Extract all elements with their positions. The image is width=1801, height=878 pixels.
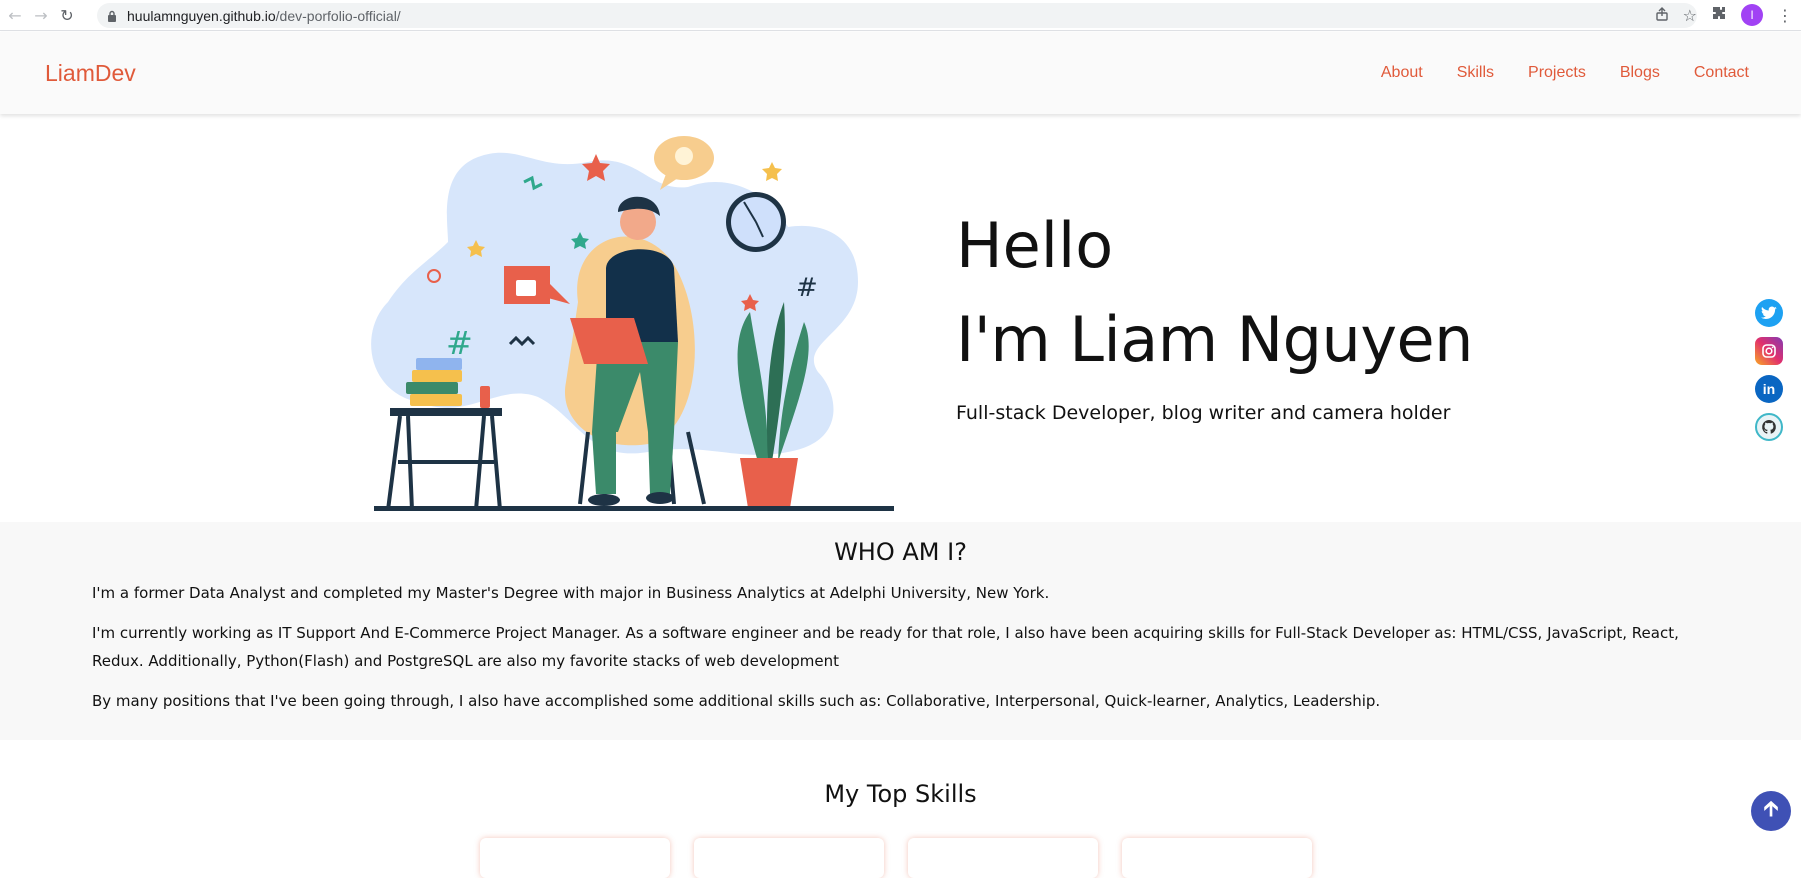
nav-link-projects[interactable]: Projects bbox=[1528, 64, 1586, 82]
site-logo[interactable]: LiamDev bbox=[45, 60, 136, 87]
nav-link-about[interactable]: About bbox=[1381, 64, 1423, 82]
skill-cards bbox=[480, 838, 1312, 878]
nav-link-skills[interactable]: Skills bbox=[1457, 64, 1494, 82]
browser-toolbar: ← → ↻ huulamnguyen.github.io/dev-porfoli… bbox=[0, 0, 1801, 31]
hero-name: I'm Liam Nguyen bbox=[956, 303, 1473, 376]
star-icon bbox=[762, 162, 782, 181]
hash-icon: # bbox=[446, 324, 473, 362]
nav-link-blogs[interactable]: Blogs bbox=[1620, 64, 1660, 82]
extensions-icon[interactable] bbox=[1711, 5, 1727, 25]
address-bar[interactable]: huulamnguyen.github.io/dev-porfolio-offi… bbox=[97, 3, 1697, 28]
clock-icon bbox=[726, 192, 786, 252]
forward-icon[interactable]: → bbox=[30, 4, 52, 26]
site-nav: About Skills Projects Blogs Contact bbox=[1347, 64, 1749, 82]
nav-link-contact[interactable]: Contact bbox=[1694, 64, 1749, 82]
skills-title: My Top Skills bbox=[824, 780, 977, 808]
site-header: LiamDev About Skills Projects Blogs Cont… bbox=[0, 32, 1801, 114]
social-links: in bbox=[1755, 299, 1783, 441]
about-section: WHO AM I? I'm a former Data Analyst and … bbox=[0, 522, 1801, 740]
hero-tagline: Full-stack Developer, blog writer and ca… bbox=[956, 402, 1451, 424]
speech-bubble-icon bbox=[654, 136, 714, 190]
back-icon[interactable]: ← bbox=[4, 4, 26, 26]
hero-greeting: Hello bbox=[956, 209, 1114, 282]
share-icon[interactable] bbox=[1655, 6, 1669, 25]
hero-illustration: # # bbox=[371, 136, 894, 511]
about-paragraph: I'm currently working as IT Support And … bbox=[92, 624, 1679, 670]
github-icon[interactable] bbox=[1755, 413, 1783, 441]
about-title: WHO AM I? bbox=[834, 538, 967, 566]
hero-text: Hello I'm Liam Nguyen Full-stack Develop… bbox=[956, 206, 1473, 424]
lock-icon bbox=[107, 10, 117, 22]
url-path: /dev-porfolio-official/ bbox=[275, 7, 401, 24]
skill-card[interactable] bbox=[694, 838, 884, 878]
instagram-icon[interactable] bbox=[1755, 337, 1783, 365]
more-menu-icon[interactable]: ⋮ bbox=[1777, 6, 1793, 25]
scroll-to-top-button[interactable]: 🡱 bbox=[1751, 791, 1791, 831]
reload-icon[interactable]: ↻ bbox=[56, 4, 78, 26]
linkedin-icon[interactable]: in bbox=[1755, 375, 1783, 403]
skill-card[interactable] bbox=[480, 838, 670, 878]
about-paragraph: I'm a former Data Analyst and completed … bbox=[92, 584, 1050, 602]
bookmark-star-icon[interactable]: ☆ bbox=[1683, 6, 1697, 25]
url-host: huulamnguyen.github.io bbox=[127, 7, 276, 24]
about-paragraph: By many positions that I've been going t… bbox=[92, 692, 1381, 710]
hash-icon: # bbox=[796, 273, 818, 303]
profile-avatar[interactable]: I bbox=[1741, 4, 1763, 26]
arrow-up-icon: 🡱 bbox=[1763, 797, 1779, 822]
skill-card[interactable] bbox=[1122, 838, 1312, 878]
skill-card[interactable] bbox=[908, 838, 1098, 878]
twitter-icon[interactable] bbox=[1755, 299, 1783, 327]
